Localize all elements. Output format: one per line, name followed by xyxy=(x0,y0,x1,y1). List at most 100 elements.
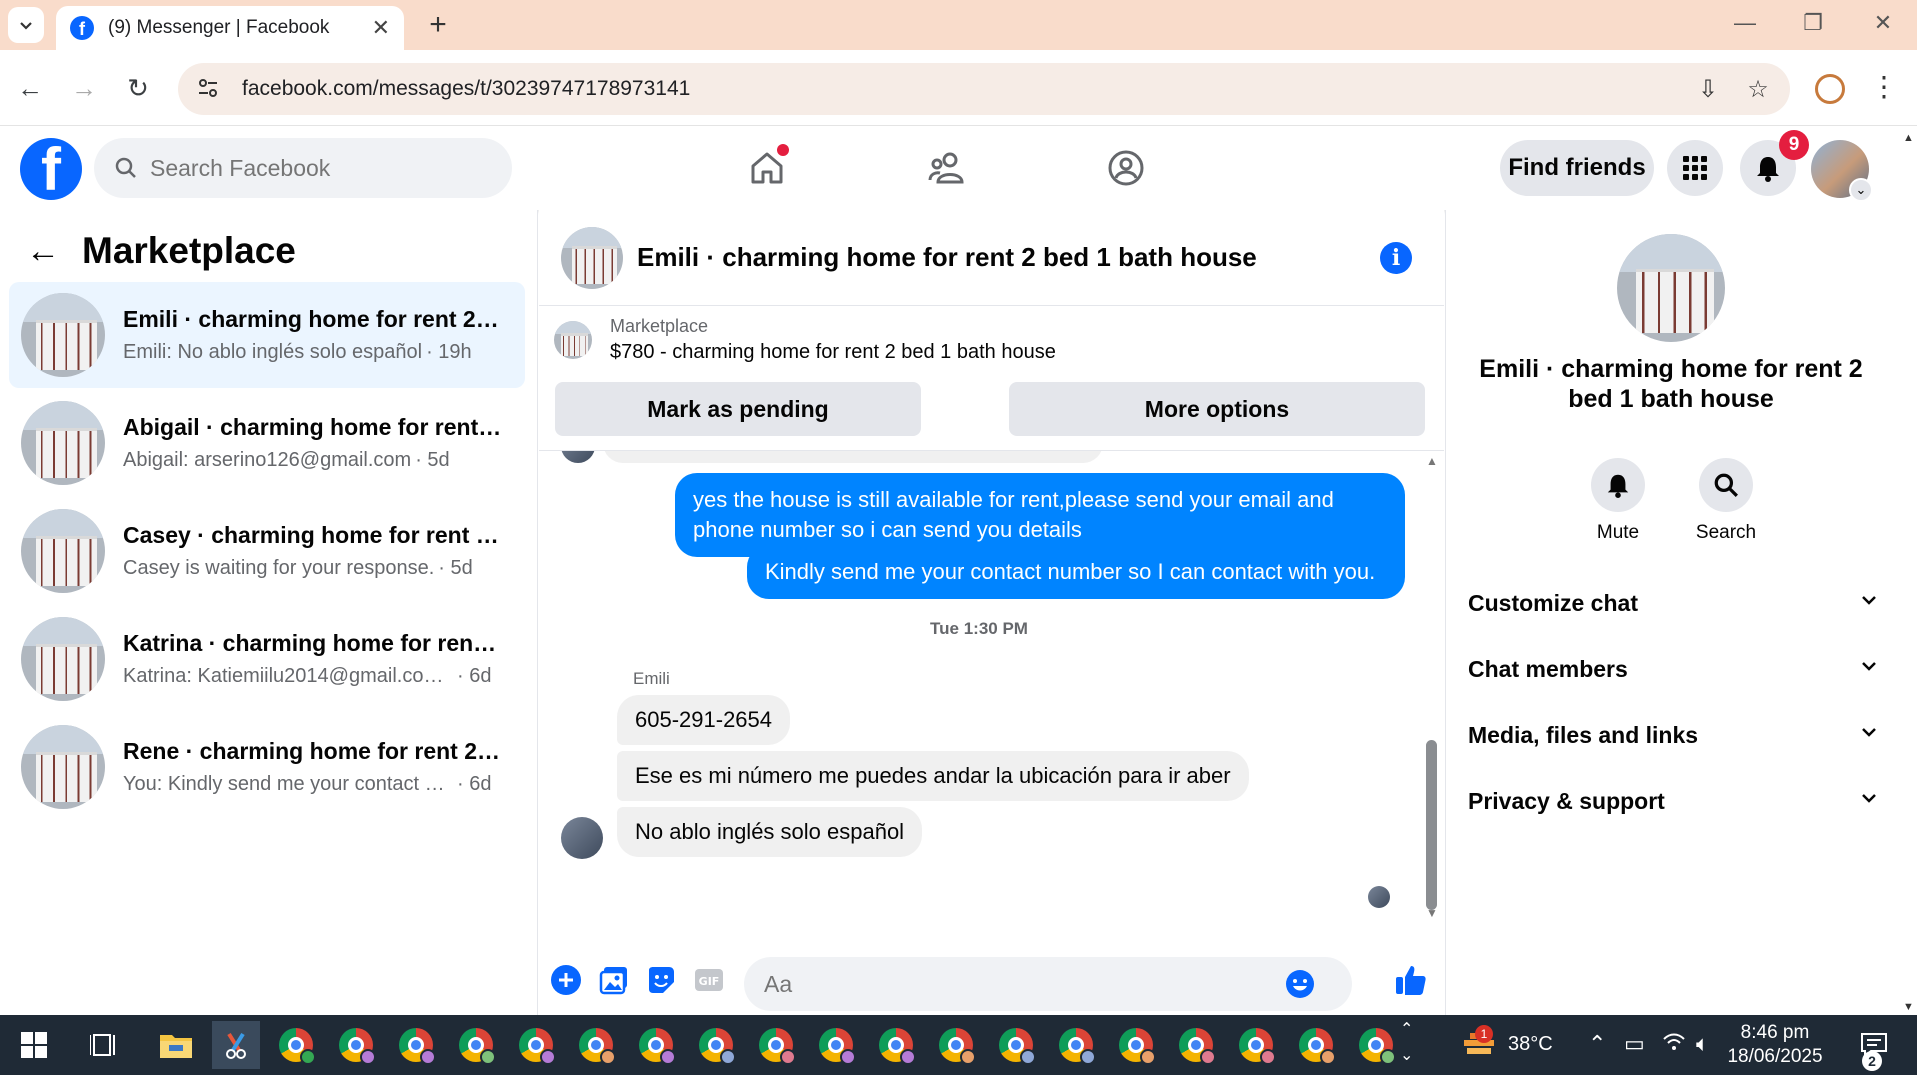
file-explorer-icon[interactable] xyxy=(152,1021,200,1069)
emoji-icon[interactable] xyxy=(1284,968,1316,1000)
back-arrow-icon[interactable]: ← xyxy=(12,70,48,106)
chrome-profile-icon[interactable] xyxy=(1052,1021,1100,1069)
install-app-icon[interactable]: ⇩ xyxy=(1690,75,1726,104)
customize-chat-section[interactable]: Customize chat xyxy=(1468,576,1878,630)
tab-search-chevron-icon[interactable] xyxy=(8,7,44,43)
site-settings-icon[interactable] xyxy=(196,76,222,102)
browser-tab-messenger[interactable]: f (9) Messenger | Facebook ✕ xyxy=(56,6,404,50)
partner-avatar xyxy=(561,817,603,859)
gif-icon[interactable]: GIF xyxy=(692,963,726,997)
chat-scrollbar-thumb[interactable] xyxy=(1426,740,1437,910)
chrome-profile-icon[interactable] xyxy=(512,1021,560,1069)
restore-window-icon[interactable]: ❐ xyxy=(1793,10,1833,36)
photo-icon[interactable] xyxy=(597,963,631,997)
chrome-profile-icon[interactable] xyxy=(452,1021,500,1069)
meet-camera-icon[interactable]: ▭ xyxy=(1624,1031,1645,1057)
info-icon[interactable]: i xyxy=(1380,241,1412,274)
chrome-profile-icon[interactable] xyxy=(572,1021,620,1069)
chrome-profile-icon[interactable] xyxy=(332,1021,380,1069)
close-window-icon[interactable]: ✕ xyxy=(1863,10,1903,36)
chrome-profile-icon[interactable] xyxy=(1112,1021,1160,1069)
facebook-favicon-icon: f xyxy=(70,16,94,40)
page-scroll-down-icon[interactable]: ▼ xyxy=(1903,1001,1914,1013)
taskbar-clock[interactable]: 8:46 pm 18/06/2025 xyxy=(1710,1021,1840,1069)
message-input-box[interactable] xyxy=(744,957,1352,1011)
windows-start-icon[interactable] xyxy=(10,1021,58,1069)
minimize-window-icon[interactable]: — xyxy=(1725,10,1765,36)
forward-arrow-icon[interactable]: → xyxy=(66,70,102,106)
conversation-item[interactable]: Emili · charming home for rent 2 b... Em… xyxy=(9,282,525,388)
listing-thumbnail xyxy=(21,617,105,701)
back-arrow-icon[interactable]: ← xyxy=(26,232,66,271)
chat-members-section[interactable]: Chat members xyxy=(1468,642,1878,696)
sticker-icon[interactable] xyxy=(644,963,678,997)
groups-nav-icon[interactable] xyxy=(1102,144,1150,192)
browser-profile-icon[interactable] xyxy=(1815,74,1845,104)
chrome-profile-icon[interactable] xyxy=(1232,1021,1280,1069)
address-bar[interactable]: facebook.com/messages/t/3023974717897314… xyxy=(178,63,1790,115)
task-view-icon[interactable] xyxy=(80,1021,128,1069)
chrome-profile-icon[interactable] xyxy=(992,1021,1040,1069)
conversation-preview: Casey is waiting for your response. xyxy=(123,557,435,579)
facebook-logo-icon[interactable]: f xyxy=(20,138,82,200)
message-timestamp: Tue 1:30 PM xyxy=(930,619,1028,638)
message-bubble-partial xyxy=(603,451,1103,463)
chat-avatar[interactable] xyxy=(561,226,623,289)
new-tab-button[interactable]: + xyxy=(420,8,456,44)
find-friends-button[interactable]: Find friends xyxy=(1500,140,1654,196)
conversation-item[interactable]: Katrina · charming home for rent 2... Ka… xyxy=(9,606,525,712)
mark-as-pending-button[interactable]: Mark as pending xyxy=(555,382,921,436)
profile-avatar[interactable] xyxy=(1617,234,1725,342)
facebook-header: f Find friends 9 ⌄ xyxy=(0,126,1900,210)
friends-nav-icon[interactable] xyxy=(922,144,970,192)
account-chevron-down-icon[interactable]: ⌄ xyxy=(1849,178,1873,202)
chrome-profile-icon[interactable] xyxy=(752,1021,800,1069)
message-composer: GIF xyxy=(539,945,1444,1015)
menu-grid-icon[interactable] xyxy=(1667,140,1723,196)
chrome-profile-icon[interactable] xyxy=(392,1021,440,1069)
wifi-icon[interactable] xyxy=(1662,1031,1686,1059)
conversation-item[interactable]: Casey · charming home for rent 2 ... Cas… xyxy=(9,498,525,604)
chrome-profile-icon[interactable] xyxy=(632,1021,680,1069)
close-tab-icon[interactable]: ✕ xyxy=(372,15,390,41)
privacy-support-section[interactable]: Privacy & support xyxy=(1468,774,1878,828)
volume-speaker-icon[interactable]: 🔈︎ xyxy=(1696,1031,1709,1057)
taskbar-overflow-chevrons-icon[interactable]: ⌃ ⌄ xyxy=(1400,1017,1413,1069)
chat-title[interactable]: Emili · charming home for rent 2 bed 1 b… xyxy=(637,242,1380,273)
more-options-button[interactable]: More options xyxy=(1009,382,1425,436)
chrome-profile-icon[interactable] xyxy=(932,1021,980,1069)
chrome-profile-icon[interactable] xyxy=(1352,1021,1400,1069)
bookmark-star-icon[interactable]: ☆ xyxy=(1740,75,1776,104)
search-icon xyxy=(115,157,136,178)
mute-button[interactable]: Mute xyxy=(1573,458,1663,544)
chrome-profile-icon[interactable] xyxy=(1172,1021,1220,1069)
message-input[interactable] xyxy=(764,970,1284,998)
like-thumbs-up-icon[interactable] xyxy=(1391,963,1431,997)
browser-menu-icon[interactable]: ⋮ xyxy=(1870,70,1898,103)
chevron-down-icon xyxy=(1860,591,1878,615)
reload-icon[interactable]: ↻ xyxy=(120,70,156,106)
conversation-item[interactable]: Rene · charming home for rent 2 b... You… xyxy=(9,714,525,820)
snipping-tool-icon[interactable] xyxy=(212,1021,260,1069)
scroll-down-arrow-icon[interactable]: ▼ xyxy=(1426,906,1438,920)
chrome-profile-icon[interactable] xyxy=(272,1021,320,1069)
add-plus-icon[interactable] xyxy=(549,963,583,997)
search-in-conversation-button[interactable]: Search xyxy=(1681,458,1771,544)
weather-alert-badge: 1 xyxy=(1475,1025,1493,1043)
facebook-search[interactable] xyxy=(94,138,512,198)
chrome-profile-icon[interactable] xyxy=(872,1021,920,1069)
listing-banner[interactable]: Marketplace $780 - charming home for ren… xyxy=(554,310,1434,370)
page-scrollbar[interactable]: ▲ ▼ xyxy=(1900,126,1917,1015)
media-files-links-section[interactable]: Media, files and links xyxy=(1468,708,1878,762)
chrome-profile-icon[interactable] xyxy=(812,1021,860,1069)
chrome-profile-icon[interactable] xyxy=(692,1021,740,1069)
facebook-search-input[interactable] xyxy=(150,154,490,182)
scroll-up-arrow-icon[interactable]: ▲ xyxy=(1426,454,1438,468)
page-scroll-up-icon[interactable]: ▲ xyxy=(1903,132,1914,144)
show-hidden-icons-chevron-icon[interactable]: ⌃ xyxy=(1588,1031,1606,1057)
conversation-item[interactable]: Abigail · charming home for rent 2... Ab… xyxy=(9,390,525,496)
conversation-preview: Abigail: arserino126@gmail.com xyxy=(123,449,412,471)
chrome-profile-icon[interactable] xyxy=(1292,1021,1340,1069)
message-thread: yes the house is still available for ren… xyxy=(539,451,1419,951)
home-nav-icon[interactable] xyxy=(743,144,791,192)
